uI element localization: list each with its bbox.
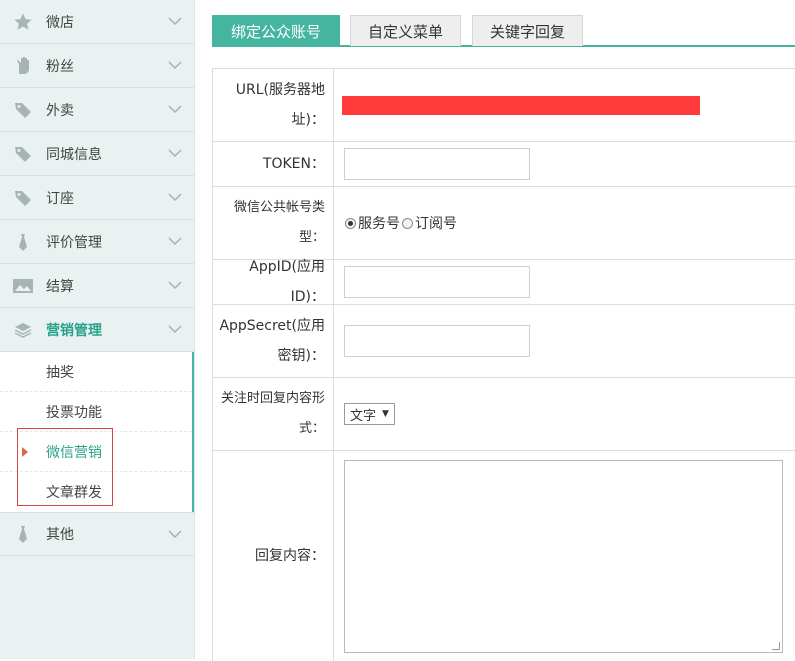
form-row-reply-content: 回复内容：	[213, 451, 795, 661]
radio-label-subscription: 订阅号	[415, 216, 457, 232]
tie-icon	[12, 231, 34, 253]
chevron-down-icon	[168, 102, 182, 118]
appid-label: AppID(应用ID)：	[213, 259, 334, 305]
tie-icon	[12, 523, 34, 545]
sidebar-item-label: 微店	[46, 14, 74, 31]
star-icon	[12, 11, 34, 33]
caret-right-icon	[22, 447, 28, 457]
token-label: TOKEN：	[213, 142, 334, 186]
appsecret-label: AppSecret(应用密钥)：	[213, 305, 334, 377]
form-row-token: TOKEN：	[213, 142, 795, 187]
sidebar: 微店 粉丝 外卖 同城信息 订座 评价管理 结算 营销管理 抽奖 投票功能 微信…	[0, 0, 195, 659]
redacted-url-value	[342, 95, 700, 115]
sidebar-item-reviews[interactable]: 评价管理	[0, 220, 194, 264]
chevron-down-icon	[168, 190, 182, 206]
sidebar-item-fans[interactable]: 粉丝	[0, 44, 194, 88]
radio-subscription-account[interactable]	[402, 217, 413, 229]
submenu-item-label: 微信营销	[46, 444, 102, 461]
tab-keyword-reply[interactable]: 关键字回复	[472, 15, 583, 46]
reply-type-label: 关注时回复内容形式：	[213, 378, 334, 450]
chevron-down-icon	[168, 278, 182, 294]
reply-type-select[interactable]: 文字 ▼	[344, 403, 395, 425]
tab-bind-account[interactable]: 绑定公众账号	[212, 15, 340, 46]
chevron-down-icon	[168, 146, 182, 162]
form-row-reply-type: 关注时回复内容形式： 文字 ▼	[213, 378, 795, 451]
form-row-url: URL(服务器地址)：	[213, 69, 795, 142]
sidebar-item-label: 营销管理	[46, 322, 102, 339]
form-row-account-type: 微信公共帐号类型： 服务号 订阅号	[213, 187, 795, 260]
sidebar-item-local-info[interactable]: 同城信息	[0, 132, 194, 176]
url-label: URL(服务器地址)：	[213, 69, 334, 141]
form-row-appsecret: AppSecret(应用密钥)：	[213, 305, 795, 378]
sidebar-item-label: 粉丝	[46, 58, 74, 75]
tab-custom-menu[interactable]: 自定义菜单	[350, 15, 461, 46]
sidebar-item-settlement[interactable]: 结算	[0, 264, 194, 308]
tag-icon	[12, 187, 34, 209]
sidebar-item-takeout[interactable]: 外卖	[0, 88, 194, 132]
tag-icon	[12, 99, 34, 121]
marketing-submenu: 抽奖 投票功能 微信营销 文章群发	[0, 352, 194, 512]
submenu-item-wechat-marketing[interactable]: 微信营销	[0, 432, 192, 472]
submenu-item-voting[interactable]: 投票功能	[0, 392, 192, 432]
sidebar-item-booking[interactable]: 订座	[0, 176, 194, 220]
bind-account-form: URL(服务器地址)： TOKEN： 微信公共帐号类型： 服务号 订阅号 App…	[212, 68, 795, 661]
image-icon	[12, 275, 34, 297]
tab-bar: 绑定公众账号 自定义菜单 关键字回复	[212, 15, 795, 47]
form-row-appid: AppID(应用ID)：	[213, 259, 795, 305]
reply-content-label: 回复内容：	[213, 451, 334, 661]
submenu-item-article-broadcast[interactable]: 文章群发	[0, 472, 192, 512]
layers-icon	[12, 319, 34, 341]
chevron-down-icon	[168, 234, 182, 250]
reply-type-selected: 文字	[350, 408, 377, 424]
chevron-down-icon	[168, 14, 182, 30]
sidebar-item-label: 订座	[46, 190, 74, 207]
sidebar-item-label: 其他	[46, 527, 74, 543]
chevron-down-icon	[168, 58, 182, 74]
chevron-down-icon	[168, 322, 182, 338]
radio-service-account[interactable]	[345, 217, 356, 229]
appsecret-input[interactable]	[344, 325, 530, 357]
sidebar-item-label: 评价管理	[46, 234, 102, 251]
tag-icon	[12, 143, 34, 165]
submenu-item-lottery[interactable]: 抽奖	[0, 352, 192, 392]
sidebar-item-label: 外卖	[46, 102, 74, 119]
sidebar-item-label: 同城信息	[46, 146, 102, 163]
sidebar-item-label: 结算	[46, 278, 74, 295]
account-type-label: 微信公共帐号类型：	[213, 187, 334, 259]
token-input[interactable]	[344, 148, 530, 180]
dropdown-arrow-icon: ▼	[382, 409, 389, 419]
sidebar-item-other[interactable]: 其他	[0, 512, 194, 556]
chevron-down-icon	[168, 527, 182, 543]
hand-icon	[12, 55, 34, 77]
sidebar-item-marketing[interactable]: 营销管理	[0, 308, 194, 352]
resize-grip-icon[interactable]	[772, 641, 780, 650]
reply-content-textarea[interactable]	[344, 459, 783, 653]
radio-label-service: 服务号	[358, 216, 400, 232]
appid-input[interactable]	[344, 266, 530, 298]
sidebar-item-weidian[interactable]: 微店	[0, 0, 194, 44]
